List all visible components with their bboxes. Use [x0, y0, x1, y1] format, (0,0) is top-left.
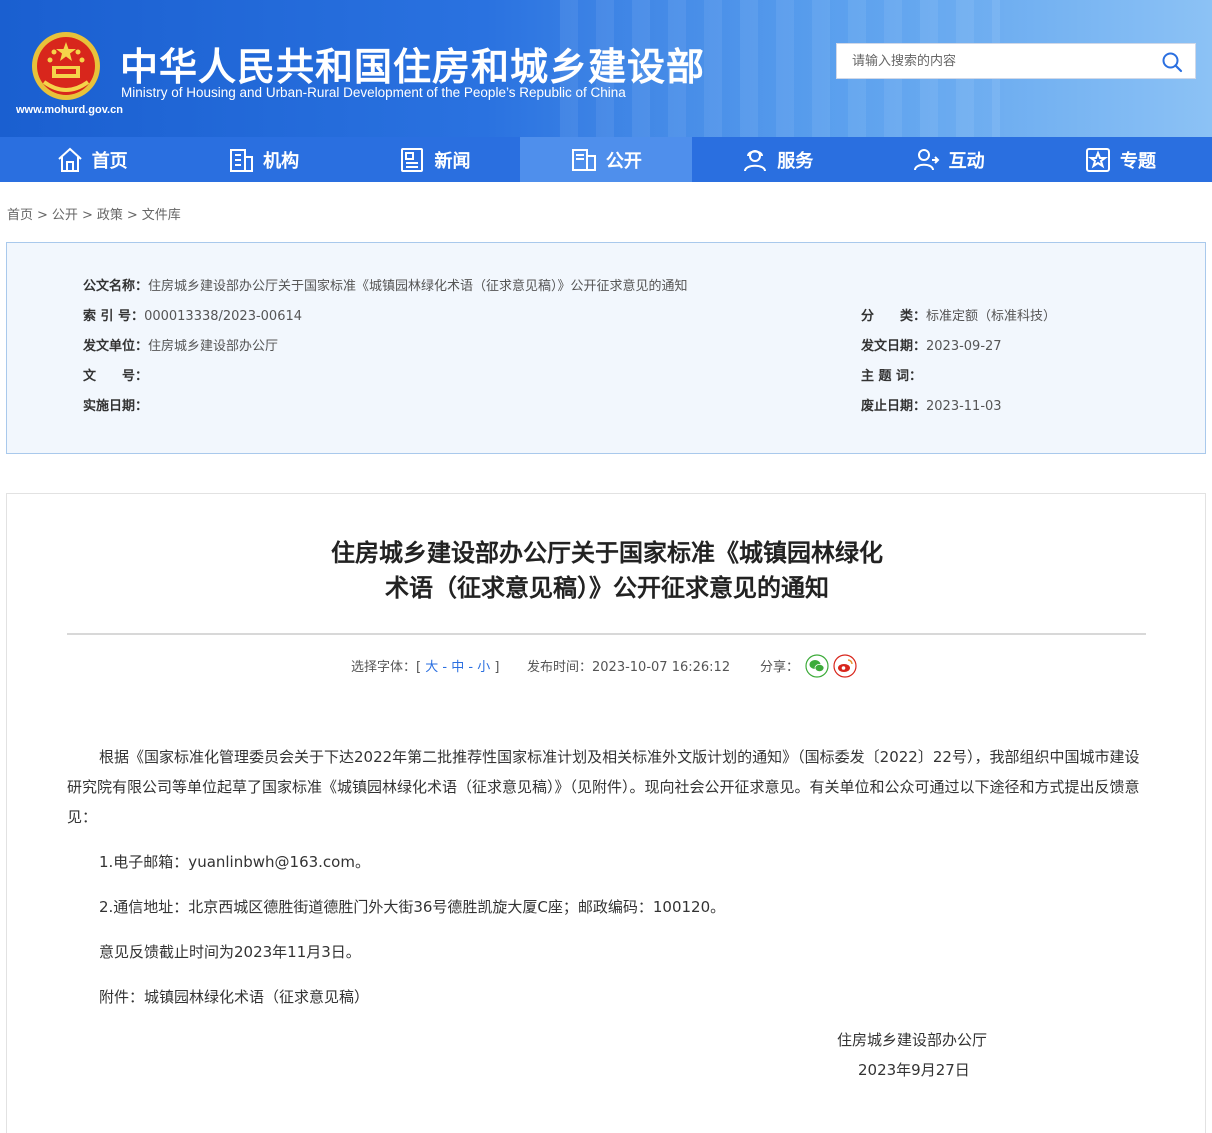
nav-item-home[interactable]: 首页 [6, 137, 177, 182]
info-value: 000013338/2023-00614 [144, 309, 303, 324]
info-impl-date: 实施日期： [83, 395, 148, 414]
article-item-email: 1.电子邮箱：yuanlinbwh@163.com。 [67, 847, 1147, 877]
nav-item-topic[interactable]: 专题 [1034, 137, 1205, 182]
nav-item-news[interactable]: 新闻 [349, 137, 520, 182]
breadcrumb: 首页 > 公开 > 政策 > 文件库 [7, 208, 181, 223]
site-url: www.mohurd.gov.cn [16, 104, 123, 116]
info-value: 住房城乡建设部办公厅 [148, 339, 279, 354]
breadcrumb-library[interactable]: 文件库 [142, 208, 181, 223]
info-key: 分 类： [861, 309, 927, 324]
article-body: 根据《国家标准化管理委员会关于下达2022年第二批推荐性国家标准计划及相关标准外… [67, 742, 1147, 832]
article-attachment: 附件：城镇园林绿化术语（征求意见稿） [67, 982, 1147, 1012]
font-medium-link[interactable]: 中 [451, 660, 464, 675]
info-index: 索 引 号：000013338/2023-00614 [83, 305, 302, 324]
info-value: 住房城乡建设部办公厅关于国家标准《城镇园林绿化术语（征求意见稿）》公开征求意见的… [148, 279, 688, 294]
info-key: 公文名称： [83, 279, 149, 294]
info-key: 索 引 号： [83, 309, 145, 324]
paragraph-email: 1.电子邮箱：yuanlinbwh@163.com。 [99, 853, 370, 871]
nav-label: 公开 [605, 150, 642, 172]
breadcrumb-open[interactable]: 公开 [52, 208, 78, 223]
font-size-selector: 选择字体：[ 大 - 中 - 小 ] [351, 656, 499, 675]
info-subject: 主 题 词： [861, 365, 922, 384]
info-value: 2023-09-27 [926, 339, 1002, 354]
search-icon[interactable] [1161, 51, 1183, 73]
news-icon [401, 147, 424, 172]
nav-label: 互动 [948, 150, 985, 172]
wechat-icon[interactable] [805, 654, 829, 678]
nav-label: 专题 [1120, 150, 1157, 172]
nav-label: 机构 [263, 150, 300, 172]
publish-value: 2023-10-07 16:26:12 [592, 660, 731, 675]
font-separator: - [468, 660, 474, 675]
info-expire-date: 废止日期：2023-11-03 [861, 395, 1002, 414]
article-deadline: 意见反馈截止时间为2023年11月3日。 [67, 937, 1147, 967]
font-large-link[interactable]: 大 [425, 660, 438, 675]
title-divider [67, 633, 1146, 635]
nav-item-open[interactable]: 公开 [520, 137, 692, 182]
site-title-cn: 中华人民共和国住房和城乡建设部 [120, 45, 706, 89]
building-icon [230, 148, 254, 172]
info-doc-name: 公文名称：住房城乡建设部办公厅关于国家标准《城镇园林绿化术语（征求意见稿）》公开… [83, 275, 688, 294]
national-emblem-icon [32, 32, 100, 100]
info-key: 发文日期： [861, 339, 927, 354]
open-icon [571, 148, 596, 171]
article-title-line1: 住房城乡建设部办公厅关于国家标准《城镇园林绿化 [331, 539, 883, 567]
signature-org: 住房城乡建设部办公厅 [837, 1031, 988, 1049]
info-key: 发文单位： [83, 339, 149, 354]
site-header: www.mohurd.gov.cn 中华人民共和国住房和城乡建设部 Minist… [0, 0, 1212, 137]
share-label: 分享： [760, 660, 800, 675]
info-key: 废止日期： [861, 399, 927, 414]
nav-label: 首页 [91, 150, 128, 172]
info-value: 2023-11-03 [926, 399, 1002, 414]
article-item-address: 2.通信地址：北京西城区德胜街道德胜门外大街36号德胜凯旋大厦C座；邮政编码：1… [67, 892, 1147, 922]
paragraph-address: 2.通信地址：北京西城区德胜街道德胜门外大街36号德胜凯旋大厦C座；邮政编码：1… [99, 898, 726, 916]
publish-time: 发布时间：2023-10-07 16:26:12 [527, 656, 730, 675]
info-key: 实施日期： [83, 399, 149, 414]
article: 住房城乡建设部办公厅关于国家标准《城镇园林绿化 术语（征求意见稿）》公开征求意见… [6, 493, 1206, 1133]
weibo-icon[interactable] [833, 654, 857, 678]
topic-icon [1086, 147, 1111, 172]
breadcrumb-policy[interactable]: 政策 [97, 208, 123, 223]
attachment-link[interactable]: 附件：城镇园林绿化术语（征求意见稿） [67, 982, 1147, 1012]
nav-label: 新闻 [434, 150, 471, 172]
home-icon [58, 147, 82, 172]
article-title-line2: 术语（征求意见稿）》公开征求意见的通知 [385, 574, 829, 602]
info-issuer: 发文单位：住房城乡建设部办公厅 [83, 335, 278, 354]
signature-date: 2023年9月27日 [858, 1061, 970, 1079]
search-input[interactable] [837, 44, 1137, 78]
info-issue-date: 发文日期：2023-09-27 [861, 335, 1002, 354]
info-value: 标准定额（标准科技） [926, 309, 1057, 324]
publish-label: 发布时间： [527, 660, 593, 675]
font-separator: - [442, 660, 448, 675]
info-key: 主 题 词： [861, 369, 923, 384]
breadcrumb-home[interactable]: 首页 [7, 208, 33, 223]
paragraph-deadline: 意见反馈截止时间为2023年11月3日。 [99, 943, 361, 961]
nav-item-interact[interactable]: 互动 [863, 137, 1034, 182]
font-label: 选择字体：[ [351, 660, 422, 675]
service-icon [744, 149, 767, 171]
nav-item-service[interactable]: 服务 [692, 137, 863, 182]
info-key: 文 号： [83, 369, 149, 384]
nav-item-org[interactable]: 机构 [177, 137, 348, 182]
document-info-box: 公文名称：住房城乡建设部办公厅关于国家标准《城镇园林绿化术语（征求意见稿）》公开… [6, 242, 1206, 454]
main-nav: 首页 机构 新闻 公开 服务 互动 专题 [0, 137, 1212, 182]
font-small-link[interactable]: 小 [477, 660, 490, 675]
nav-label: 服务 [777, 150, 814, 172]
interact-icon [913, 148, 940, 170]
search-box [836, 43, 1196, 79]
paragraph-intro: 根据《国家标准化管理委员会关于下达2022年第二批推荐性国家标准计划及相关标准外… [67, 748, 1140, 826]
info-category: 分 类：标准定额（标准科技） [861, 305, 1056, 324]
font-bracket: ] [494, 660, 500, 675]
site-title-en: Ministry of Housing and Urban-Rural Deve… [121, 85, 626, 100]
info-doc-number: 文 号： [83, 365, 148, 384]
